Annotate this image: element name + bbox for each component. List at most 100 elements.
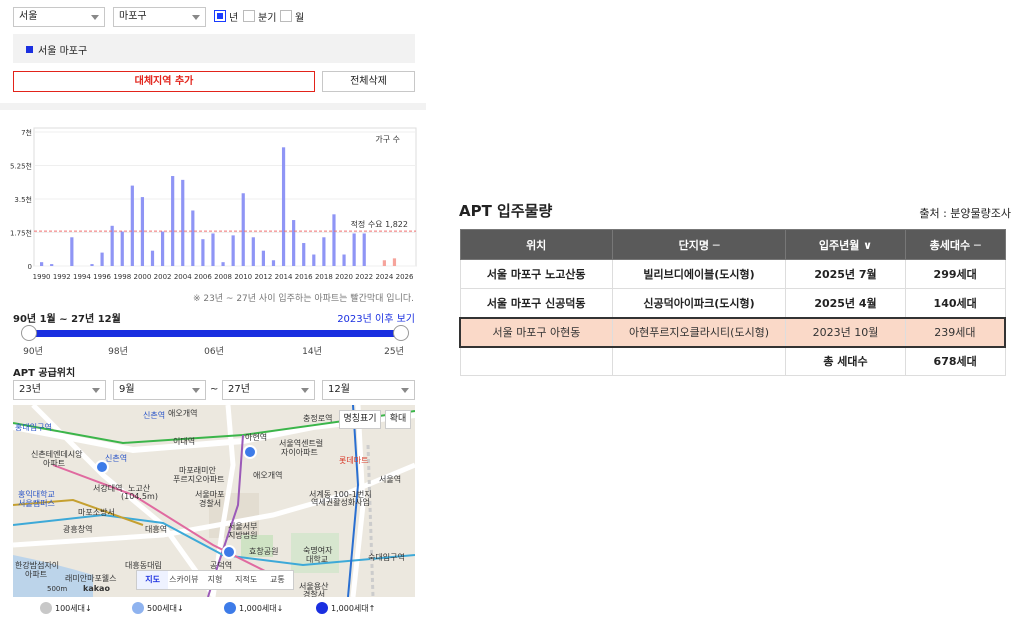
map-marker-icon	[132, 602, 144, 614]
map-place-label: 애오개역	[253, 471, 283, 480]
end-year-select[interactable]: 27년	[222, 380, 315, 400]
map-place-label: 아파트	[43, 459, 66, 468]
map-place-label: 롯데마트	[339, 456, 369, 465]
delete-all-button[interactable]: 전체삭제	[322, 71, 415, 92]
start-year-select[interactable]: 23년	[13, 380, 106, 400]
map-marker-icon	[224, 602, 236, 614]
slider-tick: 06년	[204, 347, 224, 357]
zoom-in-button[interactable]: 확대	[385, 410, 411, 429]
start-month-select[interactable]: 9월	[113, 380, 206, 400]
map-marker-icon	[316, 602, 328, 614]
apt-supply-location-label: APT 공급위치	[13, 368, 76, 379]
tab-skyview[interactable]: 스카이뷰	[168, 571, 199, 589]
map-place-label: 신촌역	[105, 454, 128, 463]
chevron-down-icon	[91, 15, 99, 20]
x-tick-label: 2016	[295, 273, 313, 281]
reference-label: 적정 수요 1,822	[351, 219, 408, 229]
cell-complex: 빌리브디에이블(도시형)	[611, 259, 787, 289]
y-tick-label: 5.25천	[10, 162, 32, 171]
x-tick-label: 2026	[396, 273, 414, 281]
period-quarter-label: 분기	[258, 13, 277, 24]
bar	[261, 250, 265, 266]
cell-location: 서울 마포구 아현동	[458, 316, 613, 348]
cell-date: 2023년 10월	[785, 316, 906, 348]
cell-date: 2025년 4월	[785, 288, 906, 318]
column-header-units[interactable]: 총세대수 ─	[904, 229, 1006, 260]
section-divider	[0, 103, 426, 110]
bar	[312, 254, 316, 266]
apt-marker[interactable]	[95, 460, 109, 474]
period-year-checkbox[interactable]	[214, 10, 226, 22]
tab-terrain[interactable]: 지형	[199, 571, 230, 589]
map-place-label: 마포소방서	[78, 508, 115, 517]
chevron-down-icon	[192, 15, 200, 20]
map-place-label: 자이아파트	[281, 448, 318, 457]
x-tick-label: 1990	[33, 273, 51, 281]
tab-map[interactable]: 지도	[137, 571, 169, 589]
region-color-marker	[26, 46, 33, 53]
bar	[221, 262, 225, 266]
column-header-complex[interactable]: 단지명 ─	[611, 229, 787, 260]
tab-traffic[interactable]: 교통	[262, 571, 293, 589]
cell-location: 서울 마포구 노고산동	[459, 259, 613, 289]
map-place-label: 푸르지오아파트	[173, 475, 225, 484]
legend-500: 500세대↓	[132, 602, 184, 614]
cell-date: 2025년 7월	[785, 259, 906, 289]
bar	[352, 233, 356, 266]
period-month-checkbox[interactable]	[280, 10, 292, 22]
slider-tick: 14년	[302, 347, 322, 357]
slider-tick: 98년	[108, 347, 128, 357]
x-tick-label: 2022	[355, 273, 373, 281]
cell-empty	[611, 346, 787, 376]
table-row[interactable]: 서울 마포구 노고산동 빌리브디에이블(도시형) 2025년 7월 299세대	[459, 259, 1006, 289]
slider-tick: 25년	[384, 347, 404, 357]
period-quarter-checkbox[interactable]	[243, 10, 255, 22]
range-slider-track[interactable]	[29, 330, 401, 337]
map-place-label: 신촌역	[143, 411, 166, 420]
map-place-label: 아현역	[245, 433, 268, 442]
x-tick-label: 1998	[113, 273, 131, 281]
left-panel: 서울 마포구 년 분기 월 서울 마포구 대체지역 추가 전체삭제 7천 5.25…	[0, 0, 426, 622]
bar	[281, 147, 286, 266]
city-select[interactable]: 서울	[13, 7, 105, 27]
x-tick-label: 2010	[234, 273, 252, 281]
map-place-label: 숙대입구역	[368, 553, 405, 562]
bar	[271, 260, 276, 266]
tab-cadastral[interactable]: 지적도	[231, 571, 262, 589]
period-month-label: 월	[295, 13, 305, 24]
end-month-select[interactable]: 12월	[322, 380, 415, 400]
column-header-date[interactable]: 입주년월 ∨	[785, 229, 906, 260]
map-place-label: 경찰서	[199, 499, 222, 508]
after-2023-link[interactable]: 2023년 이후 보기	[337, 310, 415, 325]
kakao-logo: kakao	[83, 584, 110, 593]
x-tick-label: 1994	[73, 273, 91, 281]
map-place-label: 서울캠퍼스	[18, 499, 55, 508]
apt-marker[interactable]	[222, 545, 236, 559]
bar	[130, 185, 134, 266]
legend-1000-under: 1,000세대↓	[224, 602, 283, 614]
bar	[251, 237, 255, 266]
bar	[191, 210, 195, 266]
column-header-location[interactable]: 위치	[459, 229, 613, 260]
bar	[362, 233, 366, 266]
map-place-label: 아파트	[25, 570, 48, 579]
map-place-label: 래미안마포웰스	[65, 574, 117, 583]
range-slider-end-handle[interactable]	[393, 325, 409, 341]
supply-bar-chart: 7천 5.25천 3.5천 1.75천 0 1990 1992 1994 1996 1998 200…	[0, 120, 426, 290]
map-view[interactable]: 신촌역 홍대입구역 애오개역 충정로역 이대역 아현역 서울역센트럴 자이아파트 신촌테엔데시앙…	[13, 405, 415, 597]
name-toggle-button[interactable]: 명칭표기	[339, 410, 381, 429]
cell-units: 140세대	[904, 288, 1006, 318]
y-tick-label: 1.75천	[10, 229, 32, 238]
map-marker-icon	[40, 602, 52, 614]
bar	[171, 176, 175, 266]
range-slider-start-handle[interactable]	[21, 325, 37, 341]
period-year-label: 년	[229, 13, 239, 24]
add-region-button[interactable]: 대체지역 추가	[13, 71, 315, 92]
table-row[interactable]: 서울 마포구 신공덕동 신공덕아이파크(도시형) 2025년 4월 140세대	[459, 288, 1006, 318]
apt-marker[interactable]	[243, 445, 257, 459]
table-row-highlighted[interactable]: 서울 마포구 아현동 아현푸르지오클라시티(도시형) 2023년 10월 239…	[458, 316, 1006, 348]
map-place-label: 경찰서	[303, 590, 326, 597]
legend-label: 가구 수	[375, 135, 400, 144]
district-select[interactable]: 마포구	[113, 7, 206, 27]
cell-units: 299세대	[904, 259, 1006, 289]
